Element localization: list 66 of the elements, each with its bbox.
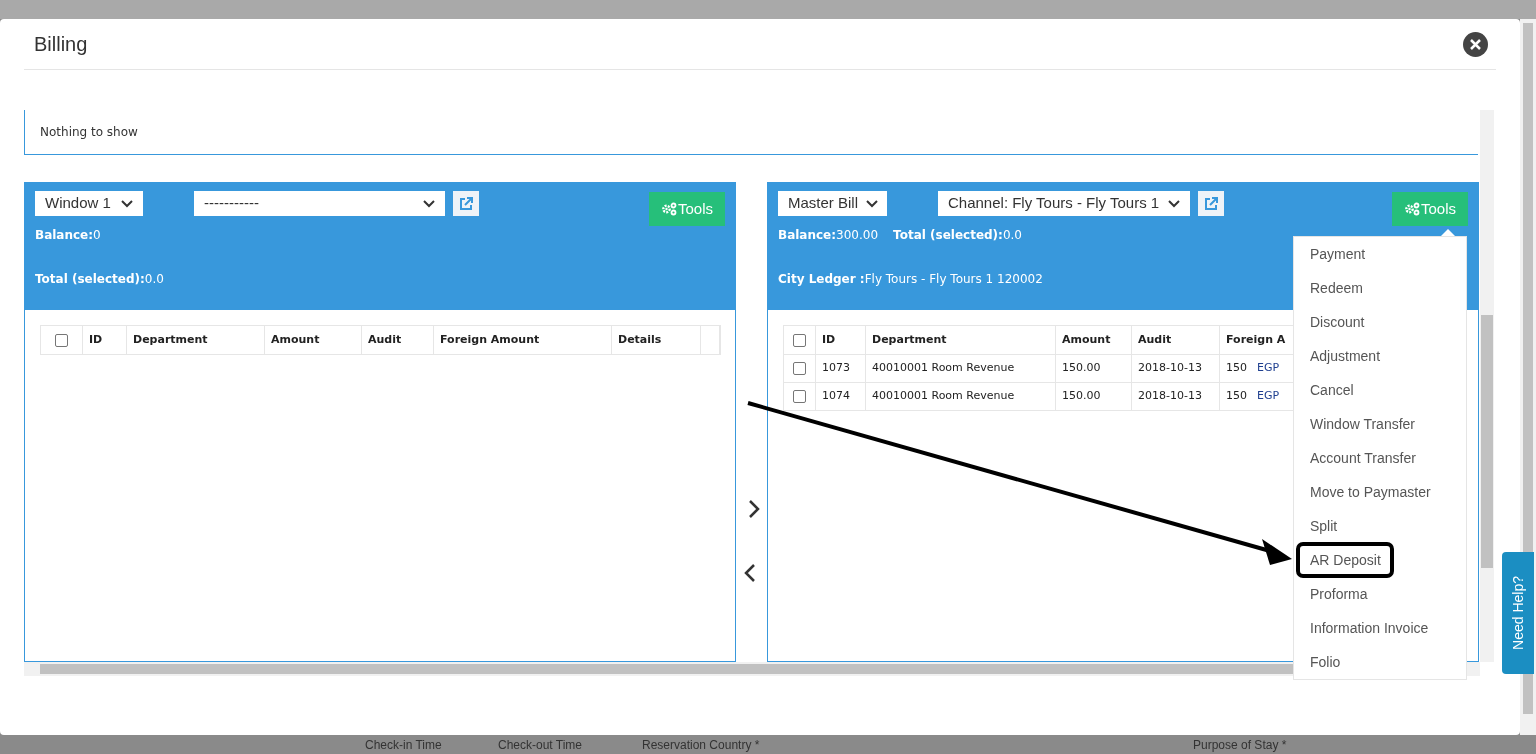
scrollbar-thumb[interactable] <box>1523 674 1533 714</box>
balance-text: Balance:0 <box>35 227 101 244</box>
table-cell: 1073 <box>816 355 866 382</box>
menu-item[interactable]: Window Transfer <box>1294 407 1466 441</box>
account-select[interactable]: ----------- <box>194 191 445 216</box>
menu-item[interactable]: Account Transfer <box>1294 441 1466 475</box>
balance-text: Balance:300.00 <box>778 227 879 244</box>
menu-item[interactable]: Move to Paymaster <box>1294 475 1466 509</box>
form-label: Check-out Time <box>498 737 583 754</box>
row-checkbox[interactable] <box>793 390 806 403</box>
column-header: Amount <box>265 326 362 354</box>
column-header: Audit <box>1132 326 1220 354</box>
column-header: Department <box>866 326 1056 354</box>
chevron-down-icon <box>423 199 435 208</box>
menu-item[interactable]: Cancel <box>1294 373 1466 407</box>
menu-item[interactable]: Split <box>1294 509 1466 543</box>
chevron-right-icon[interactable] <box>748 499 760 519</box>
column-header: Foreign Amount <box>434 326 612 354</box>
window-select[interactable]: Window 1 <box>35 191 143 216</box>
form-label: Check-in Time <box>365 737 442 754</box>
select-all-checkbox[interactable] <box>793 333 806 347</box>
external-link-icon[interactable] <box>453 191 479 216</box>
column-header: Details <box>612 326 701 354</box>
column-header: ID <box>816 326 866 354</box>
table-cell: 40010001 Room Revenue <box>866 383 1056 410</box>
table-cell: 150.00 <box>1056 355 1132 382</box>
vertical-scrollbar[interactable] <box>1480 110 1494 662</box>
gears-icon <box>661 202 677 216</box>
table-cell: 2018-10-13 <box>1132 383 1220 410</box>
form-label: Purpose of Stay * <box>1193 737 1287 754</box>
currency-text: EGP <box>1257 360 1280 377</box>
chevron-left-icon[interactable] <box>744 563 756 583</box>
row-checkbox[interactable] <box>793 362 806 375</box>
message-text: Nothing to show <box>24 110 1478 155</box>
balance-text: Total (selected):0.0 <box>35 271 164 288</box>
table-cell: 40010001 Room Revenue <box>866 355 1056 382</box>
column-header: Amount <box>1056 326 1132 354</box>
select-all-checkbox[interactable] <box>55 333 68 347</box>
menu-item[interactable]: AR Deposit <box>1294 543 1466 577</box>
table-cell: 2018-10-13 <box>1132 355 1220 382</box>
balance-text: City Ledger :Fly Tours - Fly Tours 1 120002 <box>778 271 1043 288</box>
menu-item[interactable]: Information Invoice <box>1294 611 1466 645</box>
currency-text: EGP <box>1257 388 1280 405</box>
help-tab[interactable]: Need Help? <box>1502 552 1534 674</box>
account-select[interactable]: Channel: Fly Tours - Fly Tours 1 <box>938 191 1190 216</box>
column-header: Department <box>127 326 265 354</box>
chevron-down-icon <box>866 199 878 208</box>
column-header: ID <box>83 326 127 354</box>
table-cell: 150 <box>1226 360 1247 377</box>
menu-item[interactable]: Proforma <box>1294 577 1466 611</box>
external-link-icon[interactable] <box>1198 191 1224 216</box>
chevron-down-icon <box>1168 199 1180 208</box>
menu-item[interactable]: Folio <box>1294 645 1466 679</box>
form-label: Reservation Country * <box>642 737 760 754</box>
dialog-title: Billing <box>34 32 88 57</box>
menu-item[interactable]: Payment <box>1294 237 1466 271</box>
menu-item[interactable]: Redeem <box>1294 271 1466 305</box>
balance-text: Total (selected):0.0 <box>893 227 1022 244</box>
gears-icon <box>1404 202 1420 216</box>
column-header: Audit <box>362 326 434 354</box>
chevron-down-icon <box>121 199 133 208</box>
table-cell: 150.00 <box>1056 383 1132 410</box>
window-select[interactable]: Master Bill <box>778 191 887 216</box>
table-cell: 150 <box>1226 388 1247 405</box>
table-cell: 1074 <box>816 383 866 410</box>
close-icon[interactable] <box>1463 31 1488 57</box>
